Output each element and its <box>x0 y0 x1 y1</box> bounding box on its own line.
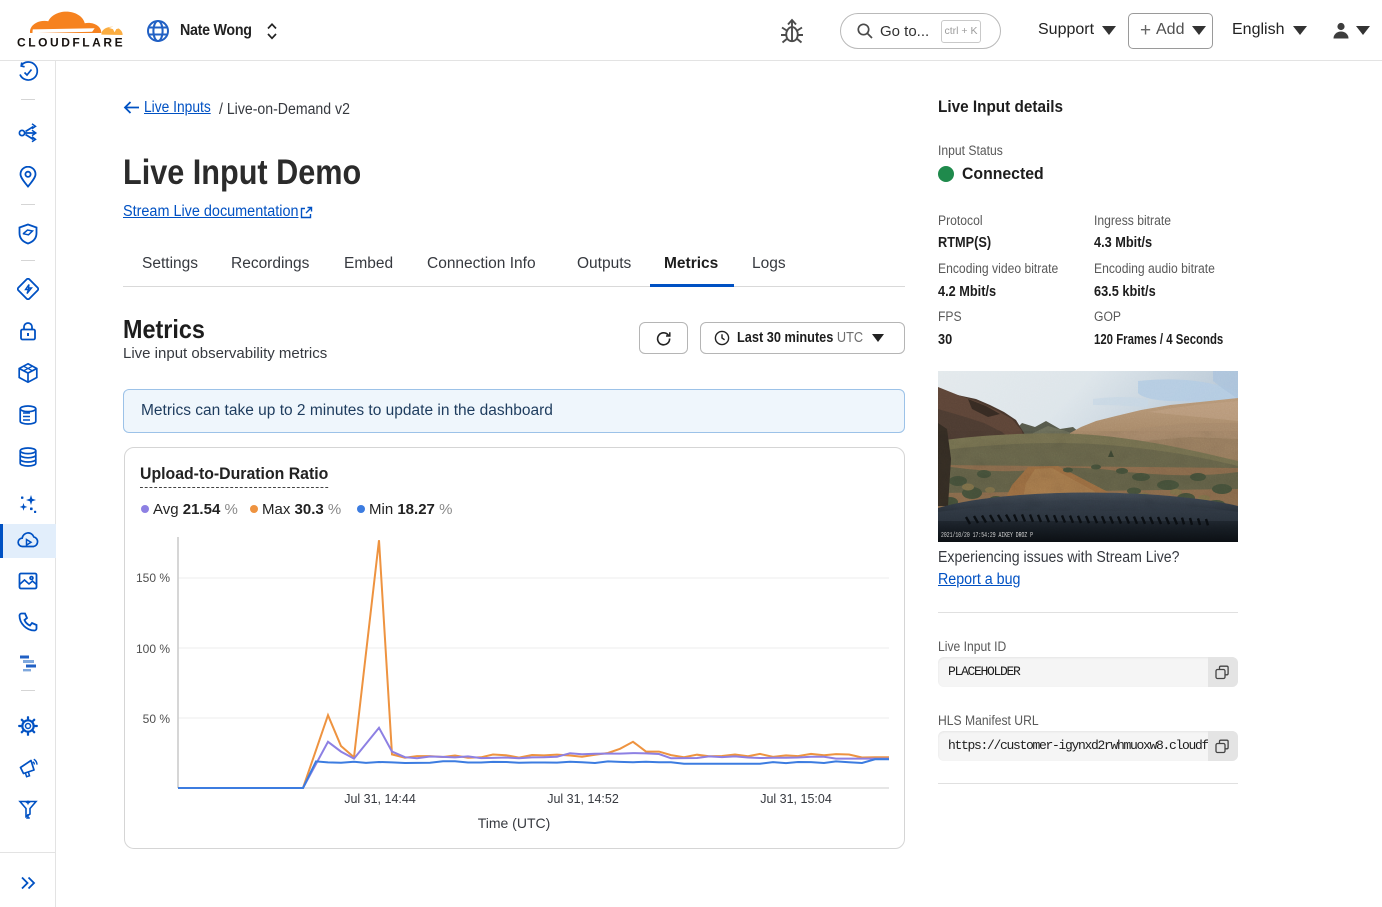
svg-text:2021/10/20 17:54:29 AIKEY DROZ: 2021/10/20 17:54:29 AIKEY DROZ P <box>941 532 1033 540</box>
svg-text:100 %: 100 % <box>136 642 170 656</box>
svg-text:Time (UTC): Time (UTC) <box>478 815 551 831</box>
svg-text:Jul 31, 14:44: Jul 31, 14:44 <box>344 792 416 806</box>
svg-text:Jul 31, 15:04: Jul 31, 15:04 <box>760 792 832 806</box>
svg-text:50 %: 50 % <box>143 712 171 726</box>
svg-text:CLOUDFLARE: CLOUDFLARE <box>17 36 125 50</box>
svg-text:Jul 31, 14:52: Jul 31, 14:52 <box>547 792 619 806</box>
svg-text:150 %: 150 % <box>136 571 170 585</box>
